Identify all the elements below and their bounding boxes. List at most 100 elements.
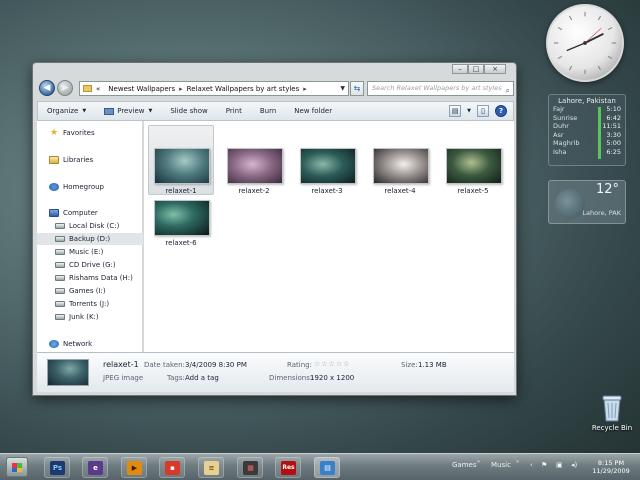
breadcrumb-chevron-icon[interactable]: ▸: [179, 85, 183, 93]
volume-icon[interactable]: ◂): [571, 461, 577, 469]
chevron-down-icon: ▼: [82, 108, 87, 114]
taskbar-clock[interactable]: 8:15 PM 11/29/2009: [588, 459, 634, 475]
forward-button[interactable]: ▶: [57, 80, 73, 96]
nav-drive[interactable]: Junk (K:): [37, 311, 143, 323]
maximize-button[interactable]: □: [468, 64, 484, 74]
tray-music-chevron-icon[interactable]: »: [516, 459, 519, 465]
prayer-progress-bar: [598, 107, 601, 159]
start-button[interactable]: [6, 457, 28, 477]
taskbar-app-media[interactable]: ▶: [121, 457, 147, 478]
nav-drive[interactable]: Games (I:): [37, 285, 143, 297]
network-tray-icon[interactable]: ▣: [556, 461, 563, 469]
tray-music[interactable]: Music: [491, 461, 511, 469]
browser-icon: e: [88, 461, 103, 475]
drive-icon: [55, 236, 65, 242]
breadcrumb-item[interactable]: Newest Wallpapers: [108, 85, 175, 93]
file-item[interactable]: relaxet-3: [294, 125, 360, 195]
explorer-window[interactable]: – □ × ◀ ▶ « Newest Wallpapers ▸ Relaxet …: [32, 62, 517, 396]
new-folder-button[interactable]: New folder: [285, 107, 341, 115]
prayer-row: Isha 6:25: [553, 147, 621, 156]
tray-games-chevron-icon[interactable]: »: [477, 459, 480, 465]
weather-gadget[interactable]: 12° Lahore, PAK: [548, 180, 626, 224]
drive-icon: [55, 223, 65, 229]
preview-pane-icon[interactable]: ▯: [477, 105, 489, 117]
calculator-icon: ▦: [243, 461, 258, 475]
clock-hour-hand: [584, 33, 604, 44]
clock-face: [553, 11, 617, 75]
taskbar-app-reshacker[interactable]: Res: [275, 457, 301, 478]
search-icon[interactable]: ⌕: [506, 84, 510, 97]
change-view-icon[interactable]: ▤: [449, 105, 462, 117]
nav-drive[interactable]: Torrents (J:): [37, 298, 143, 310]
view-dropdown-icon[interactable]: ▼: [467, 108, 471, 114]
breadcrumb-chevron-icon[interactable]: ▸: [303, 85, 307, 93]
dimensions-label: Dimensions:: [269, 374, 313, 382]
photoshop-icon: Ps: [50, 461, 65, 475]
weather-city: Lahore, PAK: [582, 209, 621, 217]
drive-icon: [55, 301, 65, 307]
burn-button[interactable]: Burn: [251, 107, 285, 115]
nav-drive[interactable]: Rishams Data (H:): [37, 272, 143, 284]
network-icon: [49, 340, 59, 348]
taskbar-app-save[interactable]: ▪: [159, 457, 185, 478]
chevron-down-icon: ▼: [148, 108, 153, 114]
address-dropdown-icon[interactable]: ▼: [340, 85, 345, 92]
title-bar[interactable]: – □ ×: [33, 63, 516, 75]
rating-stars[interactable]: ☆☆☆☆☆: [314, 360, 350, 368]
back-button[interactable]: ◀: [39, 80, 55, 96]
nav-network[interactable]: Network: [37, 338, 143, 350]
clock-minute-hand: [566, 42, 586, 52]
taskbar-app-notes[interactable]: ≡: [198, 457, 224, 478]
date-taken-value[interactable]: 3/4/2009 8:30 PM: [185, 361, 247, 369]
nav-drive-selected[interactable]: Backup (D:): [37, 233, 143, 245]
reshacker-icon: Res: [281, 461, 296, 475]
drive-icon: [55, 249, 65, 255]
explorer-icon: ▤: [320, 461, 335, 475]
nav-homegroup[interactable]: Homegroup: [37, 181, 143, 193]
details-filename: relaxet-1: [103, 360, 139, 369]
nav-drive[interactable]: Local Disk (C:): [37, 220, 143, 232]
action-center-flag-icon[interactable]: ⚑: [541, 461, 547, 469]
address-bar[interactable]: « Newest Wallpapers ▸ Relaxet Wallpapers…: [79, 81, 349, 96]
refresh-button[interactable]: ⇆: [350, 81, 364, 96]
tray-games[interactable]: Games: [452, 461, 477, 469]
recycle-bin-icon: [601, 394, 623, 422]
tags-value[interactable]: Add a tag: [185, 374, 219, 382]
preview-icon: [104, 107, 115, 115]
recycle-bin[interactable]: Recycle Bin: [590, 394, 634, 432]
file-item[interactable]: relaxet-6: [148, 177, 214, 247]
cd-drive-icon: [55, 262, 65, 268]
preview-button[interactable]: Preview ▼: [95, 107, 161, 115]
taskbar-app-photoshop[interactable]: Ps: [44, 457, 70, 478]
search-input[interactable]: Search Relaxet Wallpapers by art styles …: [367, 81, 514, 96]
slideshow-button[interactable]: Slide show: [161, 107, 216, 115]
organize-button[interactable]: Organize ▼: [38, 107, 95, 115]
print-button[interactable]: Print: [217, 107, 251, 115]
help-icon[interactable]: ?: [495, 105, 507, 117]
taskbar-time: 8:15 PM: [597, 459, 625, 467]
taskbar-app-browser[interactable]: e: [82, 457, 108, 478]
nav-favorites[interactable]: ★ Favorites: [37, 127, 143, 139]
prayer-city: Lahore, Pakistan: [558, 97, 616, 105]
breadcrumb-overflow[interactable]: «: [96, 85, 100, 93]
thumbnail-image: [373, 148, 429, 184]
taskbar-app-explorer-active[interactable]: ▤: [314, 457, 340, 478]
file-item[interactable]: relaxet-4: [367, 125, 433, 195]
date-taken-label: Date taken:: [144, 361, 185, 369]
nav-computer[interactable]: Computer: [37, 207, 143, 219]
nav-libraries[interactable]: Libraries: [37, 154, 143, 166]
prayer-times-gadget[interactable]: Lahore, Pakistan Fajr 5:10 Sunrise 6:42 Du…: [548, 94, 626, 166]
close-button[interactable]: ×: [484, 64, 506, 74]
floppy-icon: ▪: [165, 461, 180, 475]
file-item[interactable]: relaxet-5: [440, 125, 506, 195]
nav-drive[interactable]: CD Drive (G:): [37, 259, 143, 271]
weather-temperature: 12°: [595, 182, 619, 197]
clock-gadget[interactable]: [546, 4, 624, 82]
nav-drive[interactable]: Music (E:): [37, 246, 143, 258]
tags-label: Tags:: [167, 374, 185, 382]
breadcrumb-item[interactable]: Relaxet Wallpapers by art styles: [187, 85, 300, 93]
file-item[interactable]: relaxet-2: [221, 125, 287, 195]
taskbar-app-calculator[interactable]: ▦: [237, 457, 263, 478]
show-hidden-icons-icon[interactable]: ‹: [530, 461, 533, 469]
minimize-button[interactable]: –: [452, 64, 468, 74]
